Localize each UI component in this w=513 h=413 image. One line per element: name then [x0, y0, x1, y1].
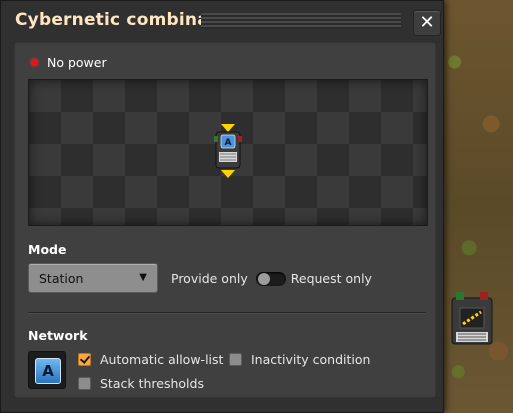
inactivity-condition-option[interactable]: Inactivity condition: [229, 352, 370, 367]
inactivity-condition-label: Inactivity condition: [251, 352, 371, 367]
stack-thresholds-label: Stack thresholds: [100, 376, 204, 391]
status-led-icon: [31, 59, 38, 66]
content-panel: No power A Mode Station ▼ Provide only R…: [13, 41, 437, 399]
switch-left-label: Provide only: [171, 271, 248, 286]
chevron-down-icon: ▼: [139, 272, 147, 283]
auto-allow-list-checkbox[interactable]: [78, 353, 91, 366]
mode-dropdown[interactable]: Station ▼: [28, 263, 158, 293]
preview-signal-letter: A: [225, 138, 232, 148]
status-text: No power: [47, 55, 107, 70]
stack-thresholds-option[interactable]: Stack thresholds: [78, 376, 204, 391]
stack-thresholds-checkbox[interactable]: [78, 377, 91, 390]
network-heading: Network: [28, 328, 88, 343]
mode-heading: Mode: [28, 242, 67, 257]
combinator-entity-icon[interactable]: [450, 290, 494, 352]
network-signal-button[interactable]: A: [28, 351, 66, 389]
switch-knob: [257, 272, 270, 285]
combinator-window: Cybernetic combinator ✕ No power A Mode …: [0, 0, 444, 413]
title-drag-handle[interactable]: [201, 13, 401, 29]
section-divider: [28, 312, 426, 314]
power-status: No power: [31, 55, 107, 70]
auto-allow-list-label: Automatic allow-list: [100, 352, 224, 367]
switch-right-label: Request only: [290, 271, 372, 286]
combinator-preview-icon: A: [214, 124, 242, 178]
provide-request-switch[interactable]: [255, 271, 286, 286]
auto-allow-list-option[interactable]: Automatic allow-list: [78, 352, 223, 367]
network-signal-icon: A: [35, 358, 61, 384]
entity-preview: A: [28, 79, 428, 226]
provide-request-switch-row: Provide only Request only: [171, 271, 372, 286]
inactivity-condition-checkbox[interactable]: [229, 353, 242, 366]
close-button[interactable]: ✕: [413, 10, 441, 36]
mode-dropdown-value: Station: [39, 271, 84, 286]
